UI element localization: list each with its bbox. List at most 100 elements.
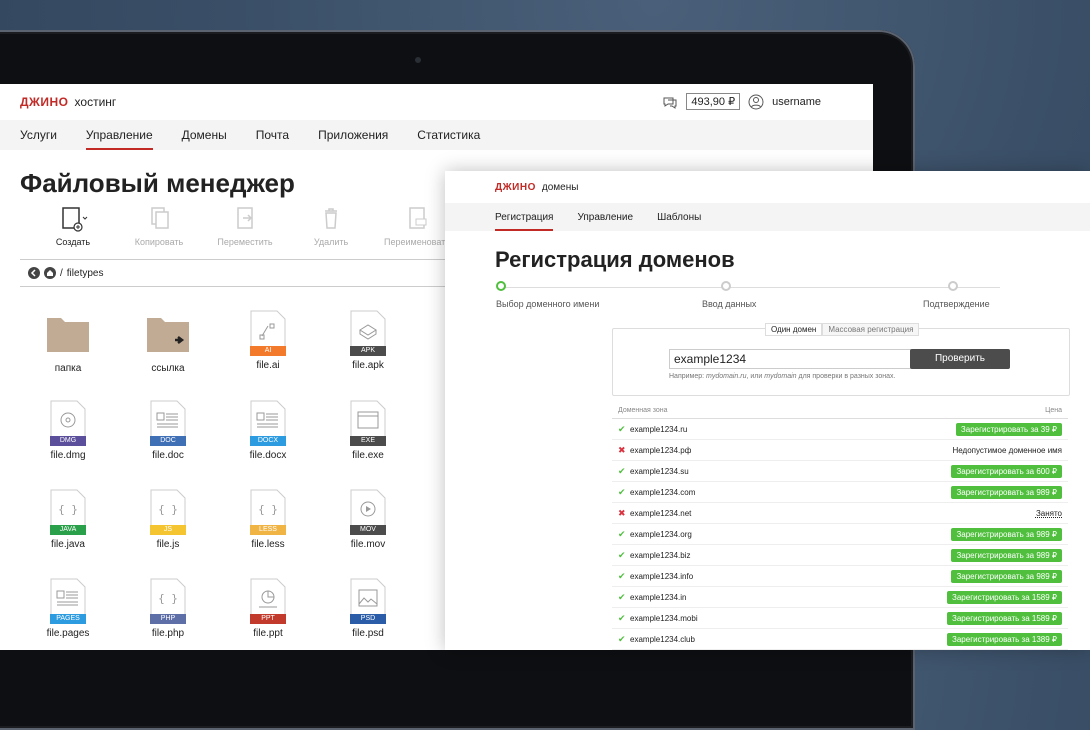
file-name: папка bbox=[54, 363, 82, 374]
available-check-icon: ✔ bbox=[618, 612, 626, 623]
register-button[interactable]: Зарегистрировать за 1589 ₽ bbox=[947, 590, 1062, 604]
file-name: file.docx bbox=[249, 450, 287, 461]
nav-item-mail[interactable]: Почта bbox=[256, 120, 289, 150]
register-button[interactable]: Зарегистрировать за 39 ₽ bbox=[955, 422, 1062, 436]
file-item[interactable]: EXE file.exe bbox=[320, 400, 416, 461]
file-item[interactable]: { } LESS file.less bbox=[220, 489, 316, 550]
create-button[interactable]: Создать bbox=[30, 207, 116, 247]
mov-file-icon: MOV bbox=[350, 489, 386, 535]
check-button[interactable]: Проверить bbox=[910, 349, 1010, 369]
step-label: Выбор доменного имени bbox=[496, 299, 600, 309]
file-item[interactable]: { } JS file.js bbox=[120, 489, 216, 550]
balance-badge[interactable]: 493,90 ₽ bbox=[686, 93, 741, 110]
js-file-icon: { } JS bbox=[150, 489, 186, 535]
file-name: file.pages bbox=[46, 628, 90, 639]
file-name: file.exe bbox=[352, 450, 384, 461]
file-item[interactable]: { } PHP file.php bbox=[120, 578, 216, 639]
hint-suffix: для проверки в разных зонах. bbox=[796, 373, 896, 380]
tab-bulk-registration[interactable]: Массовая регистрация bbox=[822, 323, 920, 336]
stepper-line bbox=[501, 287, 1000, 288]
step-label: Подтверждение bbox=[923, 299, 990, 309]
table-row: ✔ example1234.biz Зарегистрировать за 989 … bbox=[612, 545, 1068, 566]
domain-results-table: Доменная зона Цена ✔ example1234.ru Зареги… bbox=[612, 403, 1068, 650]
tab-single-domain[interactable]: Один домен bbox=[765, 323, 823, 336]
nav-item-domains[interactable]: Домены bbox=[182, 120, 227, 150]
register-button[interactable]: Зарегистрировать за 989 ₽ bbox=[951, 569, 1062, 583]
back-icon[interactable] bbox=[28, 267, 40, 279]
nav-item-apps[interactable]: Приложения bbox=[318, 120, 388, 150]
logo[interactable]: ДЖИНО bbox=[495, 182, 536, 193]
path-separator: / bbox=[60, 267, 63, 279]
file-item[interactable]: PPT file.ppt bbox=[220, 578, 316, 639]
file-name: file.js bbox=[156, 539, 180, 550]
available-check-icon: ✔ bbox=[618, 528, 626, 539]
logo-subtitle: домены bbox=[541, 181, 579, 193]
available-check-icon: ✔ bbox=[618, 486, 626, 497]
nav-item-management[interactable]: Управление bbox=[85, 120, 153, 150]
status-text[interactable]: Занято bbox=[1036, 509, 1062, 518]
search-hint: Например: mydomain.ru, или mydomain для … bbox=[669, 373, 895, 380]
file-item[interactable]: DMG file.dmg bbox=[20, 400, 116, 461]
domain-name: example1234.su bbox=[630, 466, 689, 476]
file-type-badge: DOC bbox=[150, 436, 186, 446]
file-name: file.doc bbox=[152, 450, 184, 461]
home-icon[interactable] bbox=[44, 267, 56, 279]
column-zone: Доменная зона bbox=[618, 407, 668, 414]
table-row: ✔ example1234.info Зарегистрировать за 989… bbox=[612, 566, 1068, 587]
user-icon[interactable] bbox=[748, 94, 764, 110]
register-button[interactable]: Зарегистрировать за 989 ₽ bbox=[951, 527, 1062, 541]
rename-icon bbox=[409, 207, 427, 229]
file-item[interactable]: AI file.ai bbox=[220, 310, 316, 371]
domain-input[interactable]: example1234 bbox=[669, 349, 911, 369]
available-check-icon: ✔ bbox=[618, 633, 626, 644]
hint-middle: , или bbox=[746, 373, 765, 380]
nav-item-management[interactable]: Управление bbox=[577, 203, 633, 231]
nav-item-templates[interactable]: Шаблоны bbox=[657, 203, 701, 231]
file-item[interactable]: MOV file.mov bbox=[320, 489, 416, 550]
psd-file-icon: PSD bbox=[350, 578, 386, 624]
file-item[interactable]: DOCX file.docx bbox=[220, 400, 316, 461]
delete-button[interactable]: Удалить bbox=[288, 207, 374, 247]
file-name: file.mov bbox=[350, 539, 386, 550]
mode-tabs: Один домен Массовая регистрация bbox=[765, 323, 920, 336]
domain-name: example1234.mobi bbox=[630, 613, 698, 623]
available-check-icon: ✔ bbox=[618, 549, 626, 560]
file-type-badge: PPT bbox=[250, 614, 286, 624]
table-row: ✖ example1234.рф Недопустимое доменное имя bbox=[612, 440, 1068, 461]
current-path[interactable]: filetypes bbox=[67, 268, 104, 279]
folder-link-icon bbox=[147, 318, 189, 352]
apk-file-icon: APK bbox=[350, 310, 386, 356]
create-label: Создать bbox=[55, 237, 91, 247]
table-row: ✖ example1234.net Занято bbox=[612, 503, 1068, 524]
file-item[interactable]: PSD file.psd bbox=[320, 578, 416, 639]
file-item[interactable]: папка bbox=[20, 310, 116, 374]
nav-item-registration[interactable]: Регистрация bbox=[495, 203, 554, 231]
file-item[interactable]: { } JAVA file.java bbox=[20, 489, 116, 550]
status-text: Недопустимое доменное имя bbox=[952, 445, 1063, 455]
register-button[interactable]: Зарегистрировать за 600 ₽ bbox=[951, 464, 1062, 478]
breadcrumb: / filetypes bbox=[20, 259, 458, 287]
username[interactable]: username bbox=[772, 96, 821, 108]
copy-button[interactable]: Копировать bbox=[116, 207, 202, 247]
table-row: ✔ example1234.in Зарегистрировать за 1589 … bbox=[612, 587, 1068, 608]
less-file-icon: { } LESS bbox=[250, 489, 286, 535]
file-type-badge: PSD bbox=[350, 614, 386, 624]
file-item[interactable]: ссылка bbox=[120, 310, 216, 374]
register-button[interactable]: Зарегистрировать за 1589 ₽ bbox=[947, 611, 1062, 625]
nav-item-stats[interactable]: Статистика bbox=[417, 120, 480, 150]
dmg-file-icon: DMG bbox=[50, 400, 86, 446]
move-button[interactable]: Переместить bbox=[202, 207, 288, 247]
file-item[interactable]: DOC file.doc bbox=[120, 400, 216, 461]
nav-item-services[interactable]: Услуги bbox=[20, 120, 57, 150]
logo[interactable]: ДЖИНО bbox=[20, 95, 69, 109]
available-check-icon: ✔ bbox=[618, 591, 626, 602]
pages-file-icon: PAGES bbox=[50, 578, 86, 624]
register-button[interactable]: Зарегистрировать за 1389 ₽ bbox=[947, 632, 1062, 646]
register-button[interactable]: Зарегистрировать за 989 ₽ bbox=[951, 548, 1062, 562]
domain-name: example1234.com bbox=[630, 487, 696, 497]
file-item[interactable]: PAGES file.pages bbox=[20, 578, 116, 639]
chat-icon[interactable] bbox=[662, 94, 678, 110]
file-item[interactable]: APK file.apk bbox=[320, 310, 416, 371]
domain-name: example1234.рф bbox=[630, 445, 692, 455]
register-button[interactable]: Зарегистрировать за 989 ₽ bbox=[951, 485, 1062, 499]
